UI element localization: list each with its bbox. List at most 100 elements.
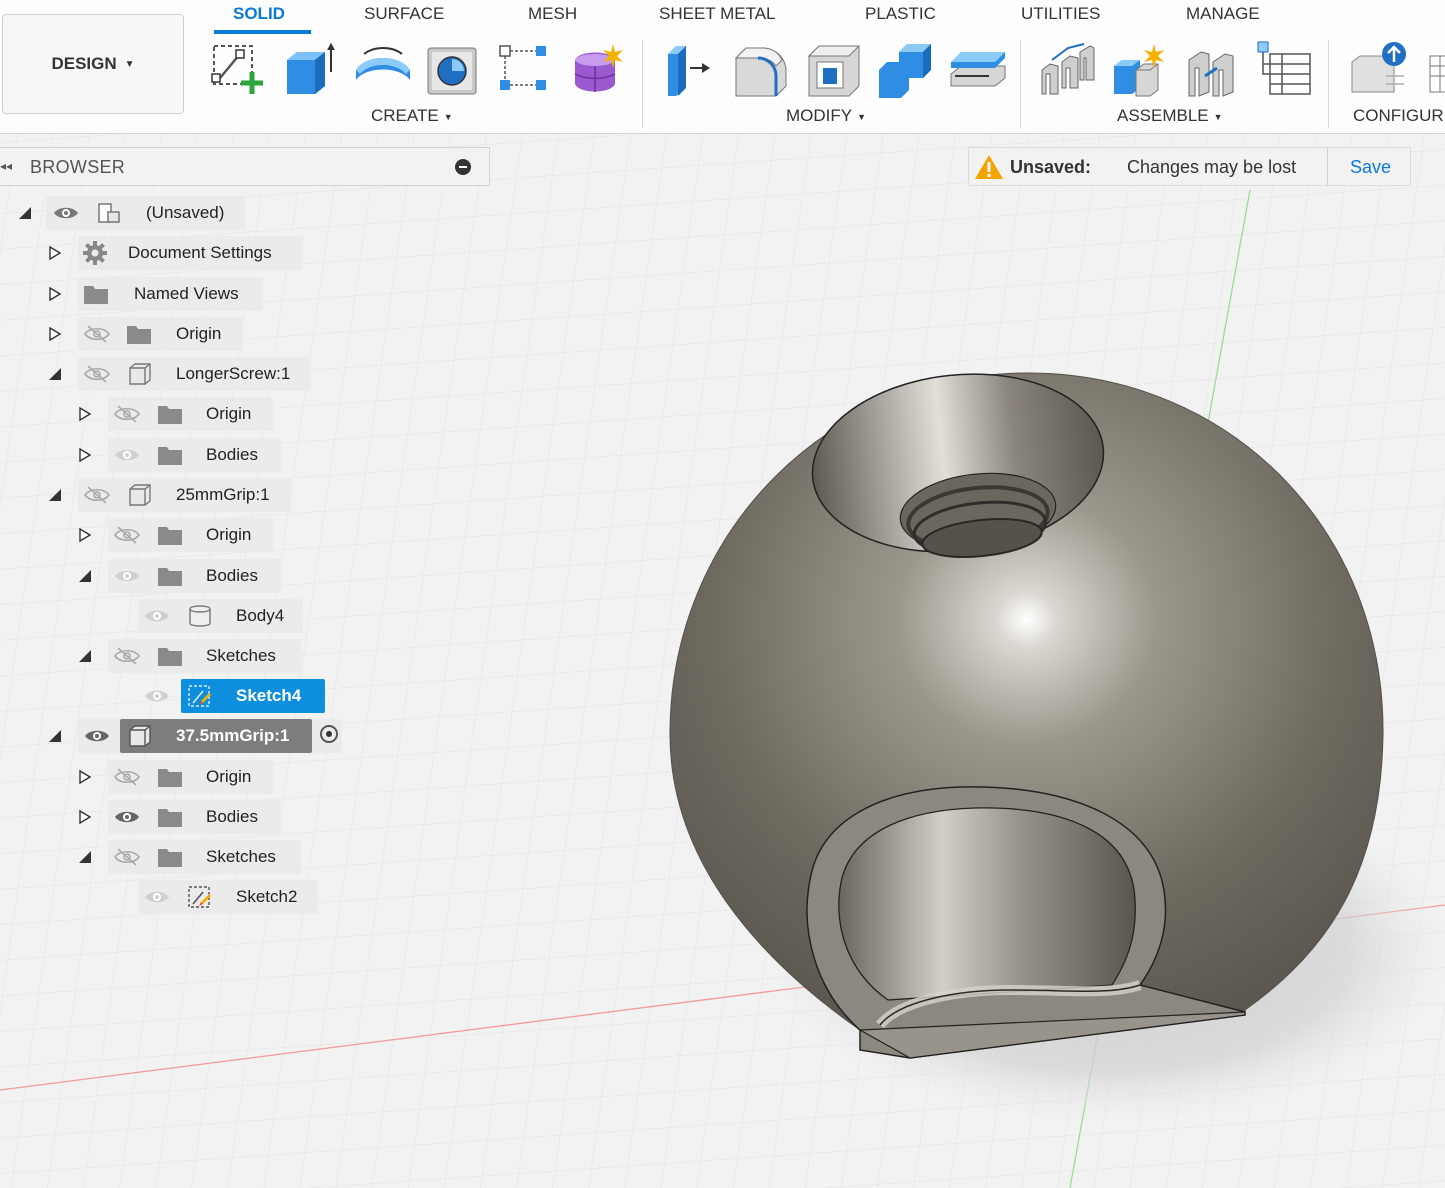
combine-icon[interactable] [877,40,935,98]
eye-icon[interactable] [52,203,80,223]
eye-hidden-icon[interactable] [113,646,141,666]
minimize-panel-icon[interactable] [455,159,471,175]
tree-item-origin[interactable]: Origin [0,314,250,354]
eye-icon[interactable] [83,726,111,746]
tree-item-sketches[interactable]: Sketches [0,636,310,676]
new-component-icon[interactable] [1110,40,1168,98]
expanded-triangle-icon[interactable] [78,648,92,664]
eye-hidden-icon[interactable] [83,324,111,344]
collapsed-triangle-icon[interactable] [78,406,92,422]
collapsed-triangle-icon[interactable] [48,326,62,342]
create-menu[interactable]: CREATE ▼ [371,106,453,126]
collapsed-triangle-icon[interactable] [78,447,92,463]
joint-icon[interactable] [1038,40,1096,98]
eye-hidden-icon[interactable] [113,525,141,545]
as-built-joint-icon[interactable] [1183,40,1241,98]
eye-icon[interactable] [143,887,171,907]
eye-icon[interactable] [113,566,141,586]
tab-surface[interactable]: SURFACE [364,4,444,24]
eye-hidden-icon[interactable] [113,404,141,424]
tab-utilities[interactable]: UTILITIES [1021,4,1100,24]
expanded-triangle-icon[interactable] [18,205,32,221]
chevron-down-icon: ▼ [857,111,867,122]
eye-hidden-icon[interactable] [113,847,141,867]
tree-item-document-settings[interactable]: Document Settings [0,233,310,273]
modify-menu[interactable]: MODIFY ▼ [786,106,866,126]
component-icon [129,363,151,385]
eye-hidden-icon[interactable] [83,364,111,384]
offset-face-icon[interactable] [949,40,1007,98]
configure-table-icon[interactable] [1428,40,1445,98]
eye-hidden-icon[interactable] [113,767,141,787]
tab-mesh[interactable]: MESH [528,4,577,24]
tab-sheet-metal[interactable]: SHEET METAL [659,4,776,24]
tree-item-sketch2[interactable]: Sketch2 [0,877,320,917]
tree-item-longerscrew[interactable]: LongerScrew:1 [0,354,320,394]
shell-icon[interactable] [805,40,863,98]
revolve-icon[interactable] [354,40,412,98]
workspace-switcher[interactable]: DESIGN ▼ [2,14,184,114]
tree-item-bodies[interactable]: Bodies [0,797,290,837]
collapsed-triangle-icon[interactable] [48,286,62,302]
folder-icon [158,527,182,545]
tree-item-origin[interactable]: Origin [0,394,280,434]
tree-item-bodies[interactable]: Bodies [0,435,290,475]
pattern-icon[interactable] [496,40,554,98]
folder-icon [127,326,151,344]
folder-icon [158,648,182,666]
expanded-triangle-icon[interactable] [78,568,92,584]
tree-item-origin[interactable]: Origin [0,757,280,797]
tab-solid[interactable]: SOLID [233,4,285,24]
bom-table-icon[interactable] [1256,40,1314,98]
assemble-menu[interactable]: ASSEMBLE ▼ [1117,106,1223,126]
hole-icon[interactable] [424,40,482,98]
create-sketch-icon[interactable] [208,40,266,98]
eye-hidden-icon[interactable] [83,485,111,505]
folder-icon [158,568,182,586]
eye-icon[interactable] [113,807,141,827]
tree-item-label: Named Views [134,284,239,303]
tree-item-sketches[interactable]: Sketches [0,837,310,877]
tree-item-25mmgrip[interactable]: 25mmGrip:1 [0,475,300,515]
tab-manage[interactable]: MANAGE [1186,4,1260,24]
unsaved-label: Unsaved: [1010,157,1092,177]
fillet-icon[interactable] [732,40,790,98]
tree-item-label: Document Settings [128,243,272,262]
eye-icon[interactable] [113,445,141,465]
press-pull-icon[interactable] [660,40,718,98]
tree-item-sketch4[interactable]: Sketch4 [0,676,330,716]
tree-item-bodies[interactable]: Bodies [0,556,290,596]
expanded-triangle-icon[interactable] [48,728,62,744]
tab-plastic[interactable]: PLASTIC [865,4,936,24]
folder-icon [158,406,182,424]
tree-item-body4[interactable]: Body4 [0,596,310,636]
configure-menu[interactable]: CONFIGUR [1353,106,1444,126]
collapse-panel-icon[interactable]: ◂◂ [0,159,12,173]
modify-menu-label: MODIFY [786,106,853,125]
configure-icon[interactable] [1348,40,1406,98]
collapsed-triangle-icon[interactable] [48,245,62,261]
save-link[interactable]: Save [1350,157,1391,178]
tree-item-origin[interactable]: Origin [0,515,280,555]
tree-item-named-views[interactable]: Named Views [0,274,270,314]
activate-component-radio[interactable] [320,725,338,743]
expanded-triangle-icon[interactable] [78,849,92,865]
workspace-label: DESIGN [51,54,117,73]
tree-item-root[interactable]: (Unsaved) [0,193,260,233]
expanded-triangle-icon[interactable] [48,366,62,382]
body-icon [189,605,211,627]
sketch-icon [188,685,211,707]
form-icon[interactable] [569,40,627,98]
collapsed-triangle-icon[interactable] [78,527,92,543]
component-icon [129,725,151,747]
eye-icon[interactable] [143,606,171,626]
extrude-icon[interactable] [281,40,339,98]
tree-item-37-5mmgrip[interactable]: 37.5mmGrip:1 [0,716,350,756]
unsaved-notification: Unsaved: Changes may be lost Save [968,147,1411,186]
gear-icon [83,241,107,265]
eye-icon[interactable] [143,686,171,706]
expanded-triangle-icon[interactable] [48,487,62,503]
collapsed-triangle-icon[interactable] [78,769,92,785]
collapsed-triangle-icon[interactable] [78,809,92,825]
create-menu-label: CREATE [371,106,439,125]
